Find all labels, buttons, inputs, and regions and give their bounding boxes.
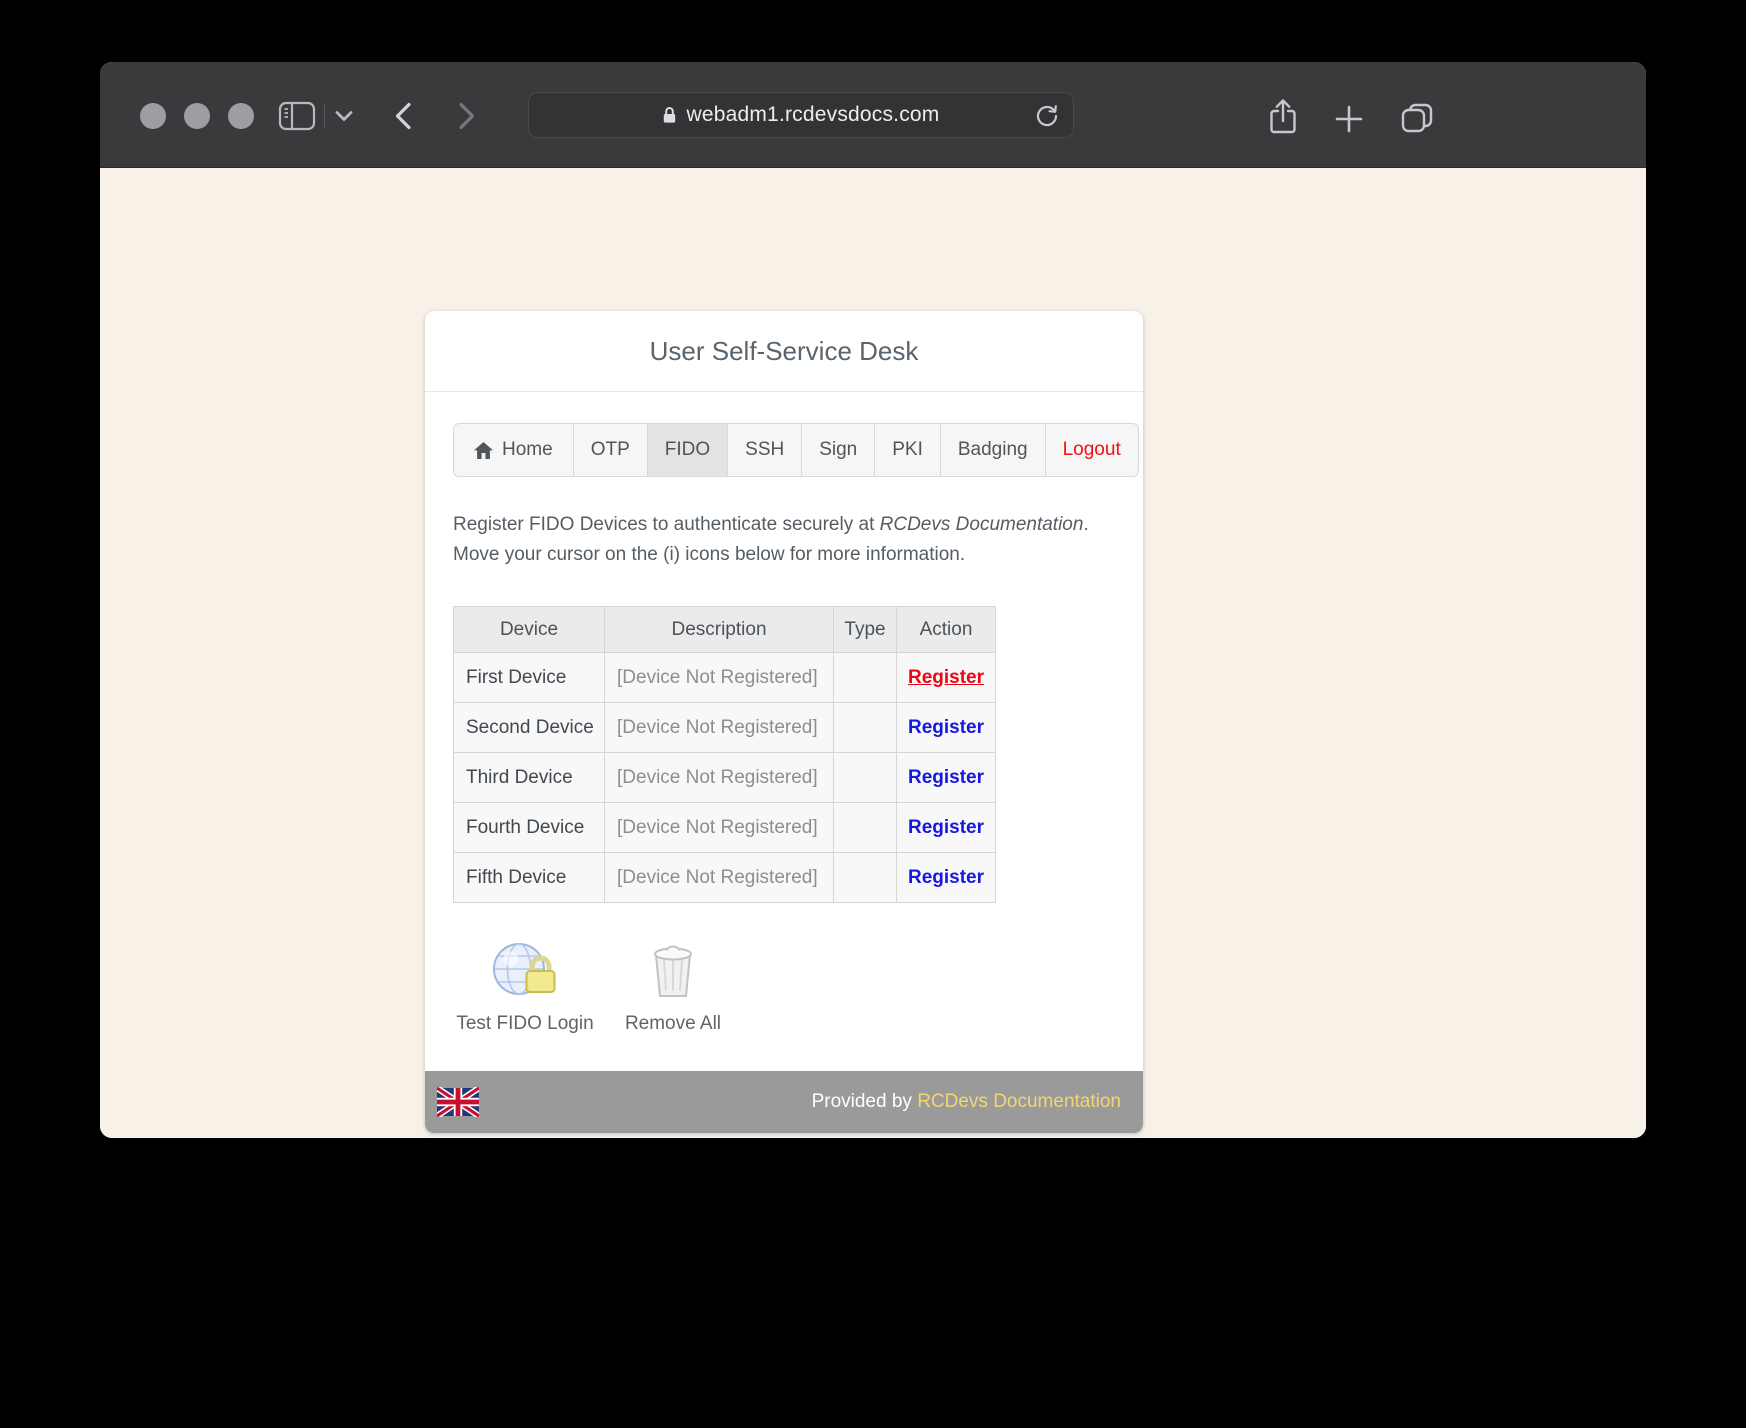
tab-ssh[interactable]: SSH [727,424,801,476]
tab-logout[interactable]: Logout [1044,424,1138,476]
header-type: Type [833,606,897,653]
home-icon [474,441,493,459]
reload-icon[interactable] [1034,103,1060,134]
tab-badging-label: Badging [957,439,1028,460]
footer-rcdevs-link[interactable]: RCDevs Documentation [917,1091,1121,1112]
tab-pki-label: PKI [892,439,923,460]
tab-pki[interactable]: PKI [874,424,940,476]
browser-window: webadm1.rcdevsdocs.com User Self-Service… [100,62,1646,1138]
device-type [833,852,897,903]
tab-sign[interactable]: Sign [801,424,874,476]
table-row: Fourth Device [Device Not Registered] Re… [453,802,996,853]
device-name: First Device [453,652,605,703]
sidebar-toggle-icon[interactable] [278,100,316,132]
footer-provided-by: Provided by [811,1091,918,1112]
back-button-icon[interactable] [394,102,412,130]
intro-text: Register FIDO Devices to authenticate se… [453,510,1089,570]
tab-badging[interactable]: Badging [939,424,1045,476]
page-content: User Self-Service Desk Home OTP FIDO SSH… [100,168,1646,1138]
address-bar[interactable]: webadm1.rcdevsdocs.com [528,92,1074,138]
share-icon[interactable] [1268,98,1298,136]
forward-button-icon[interactable] [458,102,476,130]
table-row: Fifth Device [Device Not Registered] Reg… [453,852,996,903]
uk-flag-icon[interactable] [437,1087,479,1117]
register-link[interactable]: Register [908,717,984,738]
device-type [833,652,897,703]
self-service-card: User Self-Service Desk Home OTP FIDO SSH… [425,311,1143,1133]
register-link[interactable]: Register [908,667,984,688]
tab-sign-label: Sign [819,439,858,460]
device-description: [Device Not Registered] [604,652,834,703]
table-header-row: Device Description Type Action [453,606,996,653]
device-type [833,752,897,803]
new-tab-plus-icon[interactable] [1334,104,1364,134]
globe-lock-icon [455,939,595,999]
device-name: Third Device [453,752,605,803]
fido-device-table: Device Description Type Action First Dev… [453,606,996,903]
register-link[interactable]: Register [908,867,984,888]
lock-icon [662,105,677,125]
page-footer: Provided by RCDevs Documentation [425,1071,1143,1133]
intro-line1-prefix: Register FIDO Devices to authenticate se… [453,514,880,535]
close-window-button[interactable] [140,103,166,129]
tab-home[interactable]: Home [454,424,573,476]
trash-icon [618,939,728,999]
chevron-down-icon[interactable] [334,110,354,122]
register-link[interactable]: Register [908,767,984,788]
tab-fido[interactable]: FIDO [646,424,728,476]
page-title: User Self-Service Desk [425,311,1143,392]
tab-home-label: Home [502,439,553,460]
header-description: Description [604,606,834,653]
tab-overview-icon[interactable] [1400,102,1434,134]
table-row: First Device [Device Not Registered] Reg… [453,652,996,703]
toolbar-divider [324,104,325,128]
tab-otp-label: OTP [590,439,630,460]
table-row: Second Device [Device Not Registered] Re… [453,702,996,753]
test-fido-login-button[interactable]: Test FIDO Login [455,939,595,1035]
device-type [833,802,897,853]
device-description: [Device Not Registered] [604,752,834,803]
footer-text: Provided by RCDevs Documentation [812,1091,1121,1113]
header-device: Device [453,606,605,653]
nav-tab-bar: Home OTP FIDO SSH Sign PKI Badging Logou… [453,423,1139,477]
tab-fido-label: FIDO [664,439,711,460]
table-row: Third Device [Device Not Registered] Reg… [453,752,996,803]
device-description: [Device Not Registered] [604,702,834,753]
header-action: Action [896,606,996,653]
device-type [833,702,897,753]
tab-logout-label: Logout [1062,439,1121,460]
traffic-lights [140,103,254,129]
device-description: [Device Not Registered] [604,852,834,903]
tab-ssh-label: SSH [745,439,785,460]
remove-all-button[interactable]: Remove All [618,939,728,1035]
browser-toolbar: webadm1.rcdevsdocs.com [100,62,1646,168]
test-fido-login-label: Test FIDO Login [456,1013,594,1034]
intro-line2: Move your cursor on the (i) icons below … [453,544,966,565]
tab-otp[interactable]: OTP [572,424,647,476]
url-text: webadm1.rcdevsdocs.com [686,103,940,126]
remove-all-label: Remove All [624,1013,722,1034]
intro-line1-italic: RCDevs Documentation [879,514,1084,535]
device-description: [Device Not Registered] [604,802,834,853]
minimize-window-button[interactable] [184,103,210,129]
device-name: Fifth Device [453,852,605,903]
device-name: Second Device [453,702,605,753]
register-link[interactable]: Register [908,817,984,838]
zoom-window-button[interactable] [228,103,254,129]
device-name: Fourth Device [453,802,605,853]
intro-line1-suffix: . [1083,514,1089,535]
